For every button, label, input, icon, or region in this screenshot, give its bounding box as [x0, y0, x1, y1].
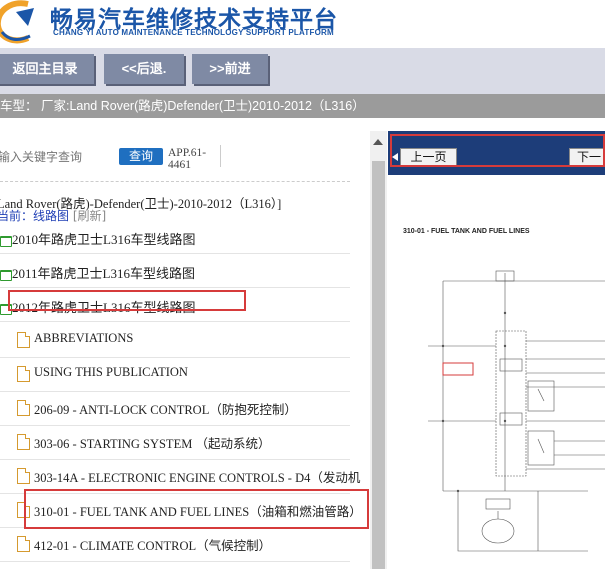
document-item[interactable]: 303-14A - ELECTRONIC ENGINE CONTROLS - D… [0, 459, 360, 494]
folder-label: 2011年路虎卫士L316车型线路图 [12, 266, 195, 281]
search-input[interactable] [0, 147, 110, 167]
scroll-thumb[interactable] [372, 161, 385, 569]
document-label: 310-01 - FUEL TANK AND FUEL LINES（油箱和燃油管… [34, 505, 362, 519]
document-label: USING THIS PUBLICATION [34, 365, 188, 379]
document-item[interactable]: 206-09 - ANTI-LOCK CONTROL（防抱死控制） [0, 391, 350, 426]
document-label: 303-14A - ELECTRONIC ENGINE CONTROLS - D… [34, 471, 361, 485]
app-code: APP.61- 4461 [168, 147, 206, 171]
document-item[interactable]: ABBREVIATIONS [0, 323, 350, 358]
document-icon [17, 502, 30, 518]
forward-button[interactable]: >>前进 [192, 54, 268, 84]
app-header: 畅易汽车维修技术支持平台 CHANG YI AUTO MAINTENANCE T… [0, 0, 605, 48]
document-label: 412-01 - CLIMATE CONTROL（气候控制） [34, 539, 272, 553]
document-icon [17, 366, 30, 382]
divider [220, 145, 221, 167]
folder-icon [0, 236, 12, 247]
folder-icon [0, 304, 12, 315]
document-item[interactable]: 412-01 - CLIMATE CONTROL（气候控制） [0, 527, 350, 562]
wiring-diagram [428, 270, 605, 552]
home-button[interactable]: 返回主目录 [0, 54, 94, 84]
document-icon [17, 536, 30, 552]
document-icon [17, 332, 30, 348]
diagram-title: 310-01 - FUEL TANK AND FUEL LINES [403, 228, 530, 235]
document-label: ABBREVIATIONS [34, 331, 134, 345]
app-code-line2: 4461 [168, 159, 191, 171]
site-subtitle: CHANG YI AUTO MAINTENANCE TECHNOLOGY SUP… [53, 28, 334, 37]
wiring-diagram-dots [441, 311, 507, 493]
folder-item-2012[interactable]: 2012年路虎卫士L316车型线路图 [0, 289, 350, 322]
document-label: 206-09 - ANTI-LOCK CONTROL（防抱死控制） [34, 403, 297, 417]
document-icon [17, 468, 30, 484]
folder-item-2011[interactable]: 2011年路虎卫士L316车型线路图 [0, 255, 350, 288]
document-item[interactable]: USING THIS PUBLICATION [0, 357, 350, 392]
folder-label: 2010年路虎卫士L316车型线路图 [12, 232, 196, 247]
vehicle-model-bar: 车型： 厂家:Land Rover(路虎)Defender(卫士)2010-20… [0, 94, 605, 118]
search-button[interactable]: 查询 [119, 148, 163, 165]
folder-label: 2012年路虎卫士L316车型线路图 [12, 300, 196, 315]
pager-toolbar: 上一页 下一 [388, 131, 605, 175]
divider [0, 181, 350, 182]
document-item-selected[interactable]: 310-01 - FUEL TANK AND FUEL LINES（油箱和燃油管… [0, 493, 362, 528]
document-viewer: 上一页 下一 310-01 - FUEL TANK AND FUEL LINES [388, 131, 605, 569]
changyi-logo-icon [0, 0, 34, 44]
document-label: 303-06 - STARTING SYSTEM （起动系统） [34, 437, 271, 451]
scroll-up-arrow-icon[interactable] [373, 139, 383, 145]
document-icon [17, 434, 30, 450]
folder-icon [0, 270, 12, 281]
pager-highlight-box [390, 134, 605, 167]
back-button[interactable]: <<后退. [104, 54, 184, 84]
catalog-panel: 查询 APP.61- 4461 Land Rover(路虎)-Defender(… [0, 131, 370, 569]
wiring-diagram-lines [428, 270, 605, 552]
app-code-line1: APP.61- [168, 147, 207, 159]
document-item[interactable]: 303-06 - STARTING SYSTEM （起动系统） [0, 425, 350, 460]
document-icon [17, 400, 30, 416]
folder-item-2010[interactable]: 2010年路虎卫士L316车型线路图 [0, 221, 350, 254]
vertical-scrollbar[interactable] [370, 131, 387, 569]
nav-bar: 返回主目录 <<后退. >>前进 [0, 48, 605, 94]
